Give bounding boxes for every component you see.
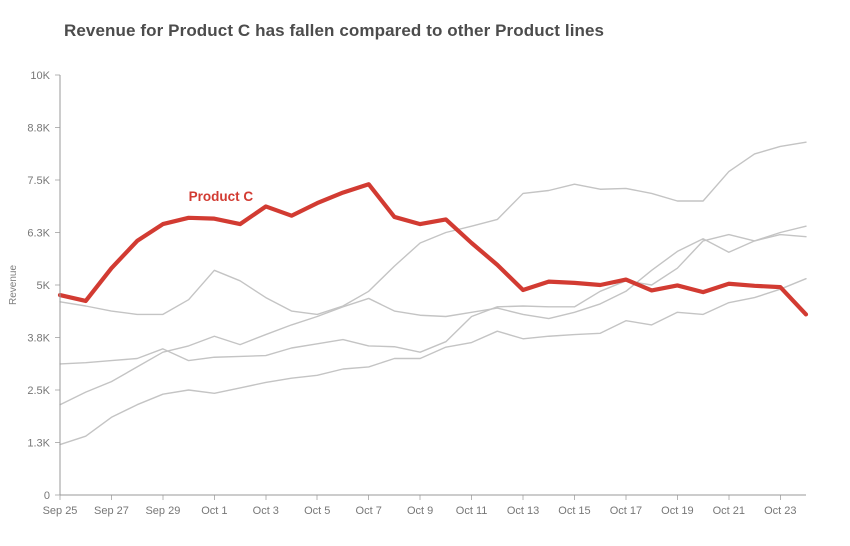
- y-tick-label: 5K: [37, 280, 51, 292]
- x-tick-label: Oct 11: [456, 505, 488, 517]
- series-line[interactable]: [59, 233, 807, 365]
- x-tick-label: Sep 27: [94, 505, 129, 517]
- series-annotations: Product C: [189, 189, 254, 204]
- x-tick-label: Oct 19: [661, 505, 693, 517]
- x-tick-label: Sep 29: [145, 505, 180, 517]
- y-tick-label: 6.3K: [27, 228, 50, 240]
- x-axis: Sep 25 Sep 27 Sep 29 Oct 1 Oct 3 Oct 5 Oct 7 Oc…: [43, 495, 796, 517]
- x-tick-label: Oct 21: [713, 505, 745, 517]
- chart-container: Revenue for Product C has fallen compare…: [0, 0, 850, 546]
- y-tick-label: 3.8K: [27, 333, 50, 345]
- x-tick-label: Oct 23: [764, 505, 796, 517]
- series-line[interactable]: [59, 278, 807, 446]
- x-tick-label: Oct 17: [610, 505, 642, 517]
- y-tick-label: 1.3K: [27, 438, 50, 450]
- x-tick-label: Oct 3: [253, 505, 279, 517]
- x-tick-label: Oct 13: [507, 505, 539, 517]
- y-tick-label: 10K: [30, 70, 50, 82]
- y-axis: 0 1.3K 2.5K 3.8K 5K 6.3K 7.5K 8.8K 10K: [27, 70, 60, 502]
- series-line[interactable]: [59, 225, 807, 406]
- series-annotation-label: Product C: [189, 189, 254, 204]
- x-tick-label: Oct 15: [558, 505, 590, 517]
- y-tick-label: 2.5K: [27, 385, 50, 397]
- x-tick-label: Sep 25: [43, 505, 78, 517]
- x-tick-label: Oct 1: [201, 505, 227, 517]
- line-chart-plot: 01.3K2.5K3.8K5K6.3K7.5K8.8K10K Sep 25 Sep…: [8, 70, 809, 517]
- y-tick-label: 0: [44, 490, 50, 502]
- series-lines: [57, 141, 809, 446]
- x-tick-label: Oct 9: [407, 505, 433, 517]
- y-tick-label: 7.5K: [27, 175, 50, 187]
- x-tick-label: Oct 5: [304, 505, 330, 517]
- y-tick-label: 8.8K: [27, 123, 50, 135]
- y-axis-title: Revenue: [8, 265, 19, 305]
- x-tick-label: Oct 7: [356, 505, 382, 517]
- series-line[interactable]: [57, 182, 809, 317]
